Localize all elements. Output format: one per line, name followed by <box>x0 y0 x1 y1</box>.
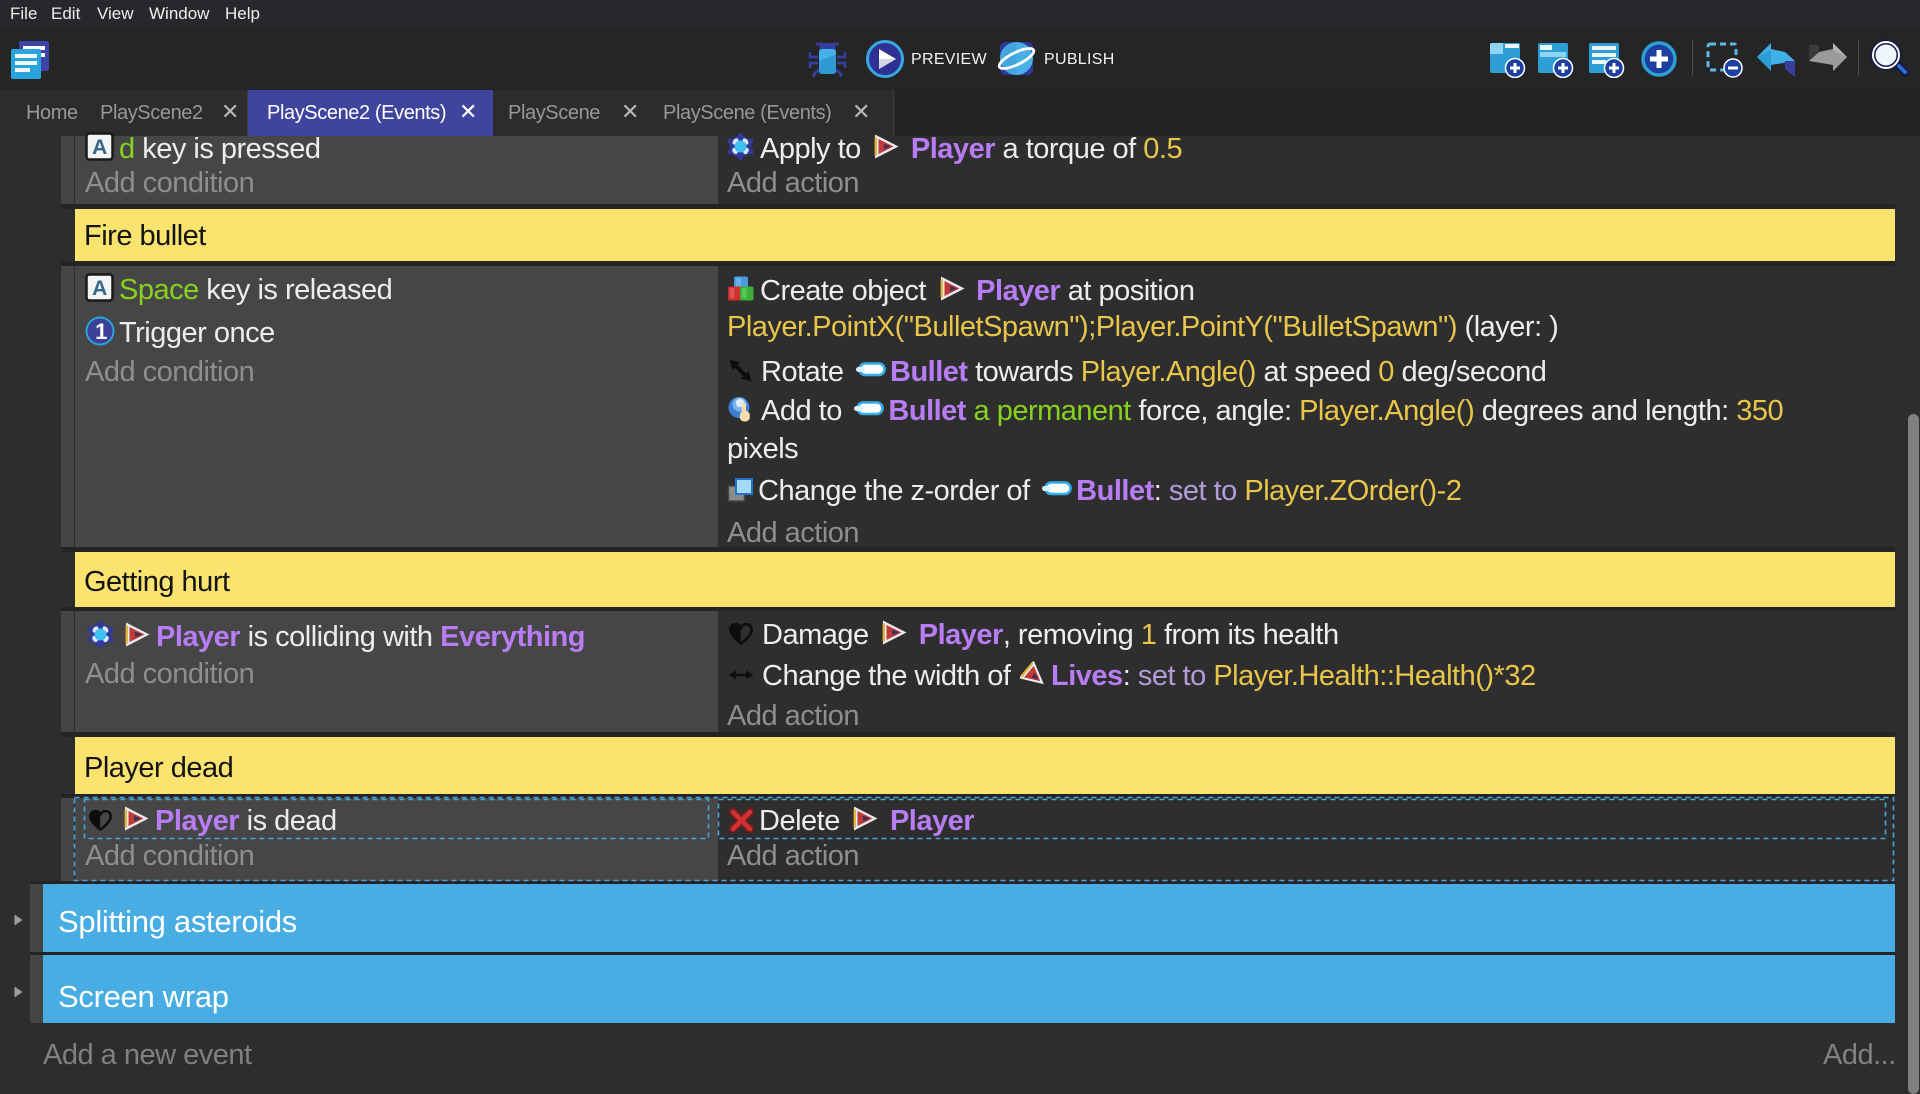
svg-text:1: 1 <box>95 319 107 344</box>
svg-text:A: A <box>92 136 107 159</box>
svg-text:A: A <box>92 277 107 300</box>
